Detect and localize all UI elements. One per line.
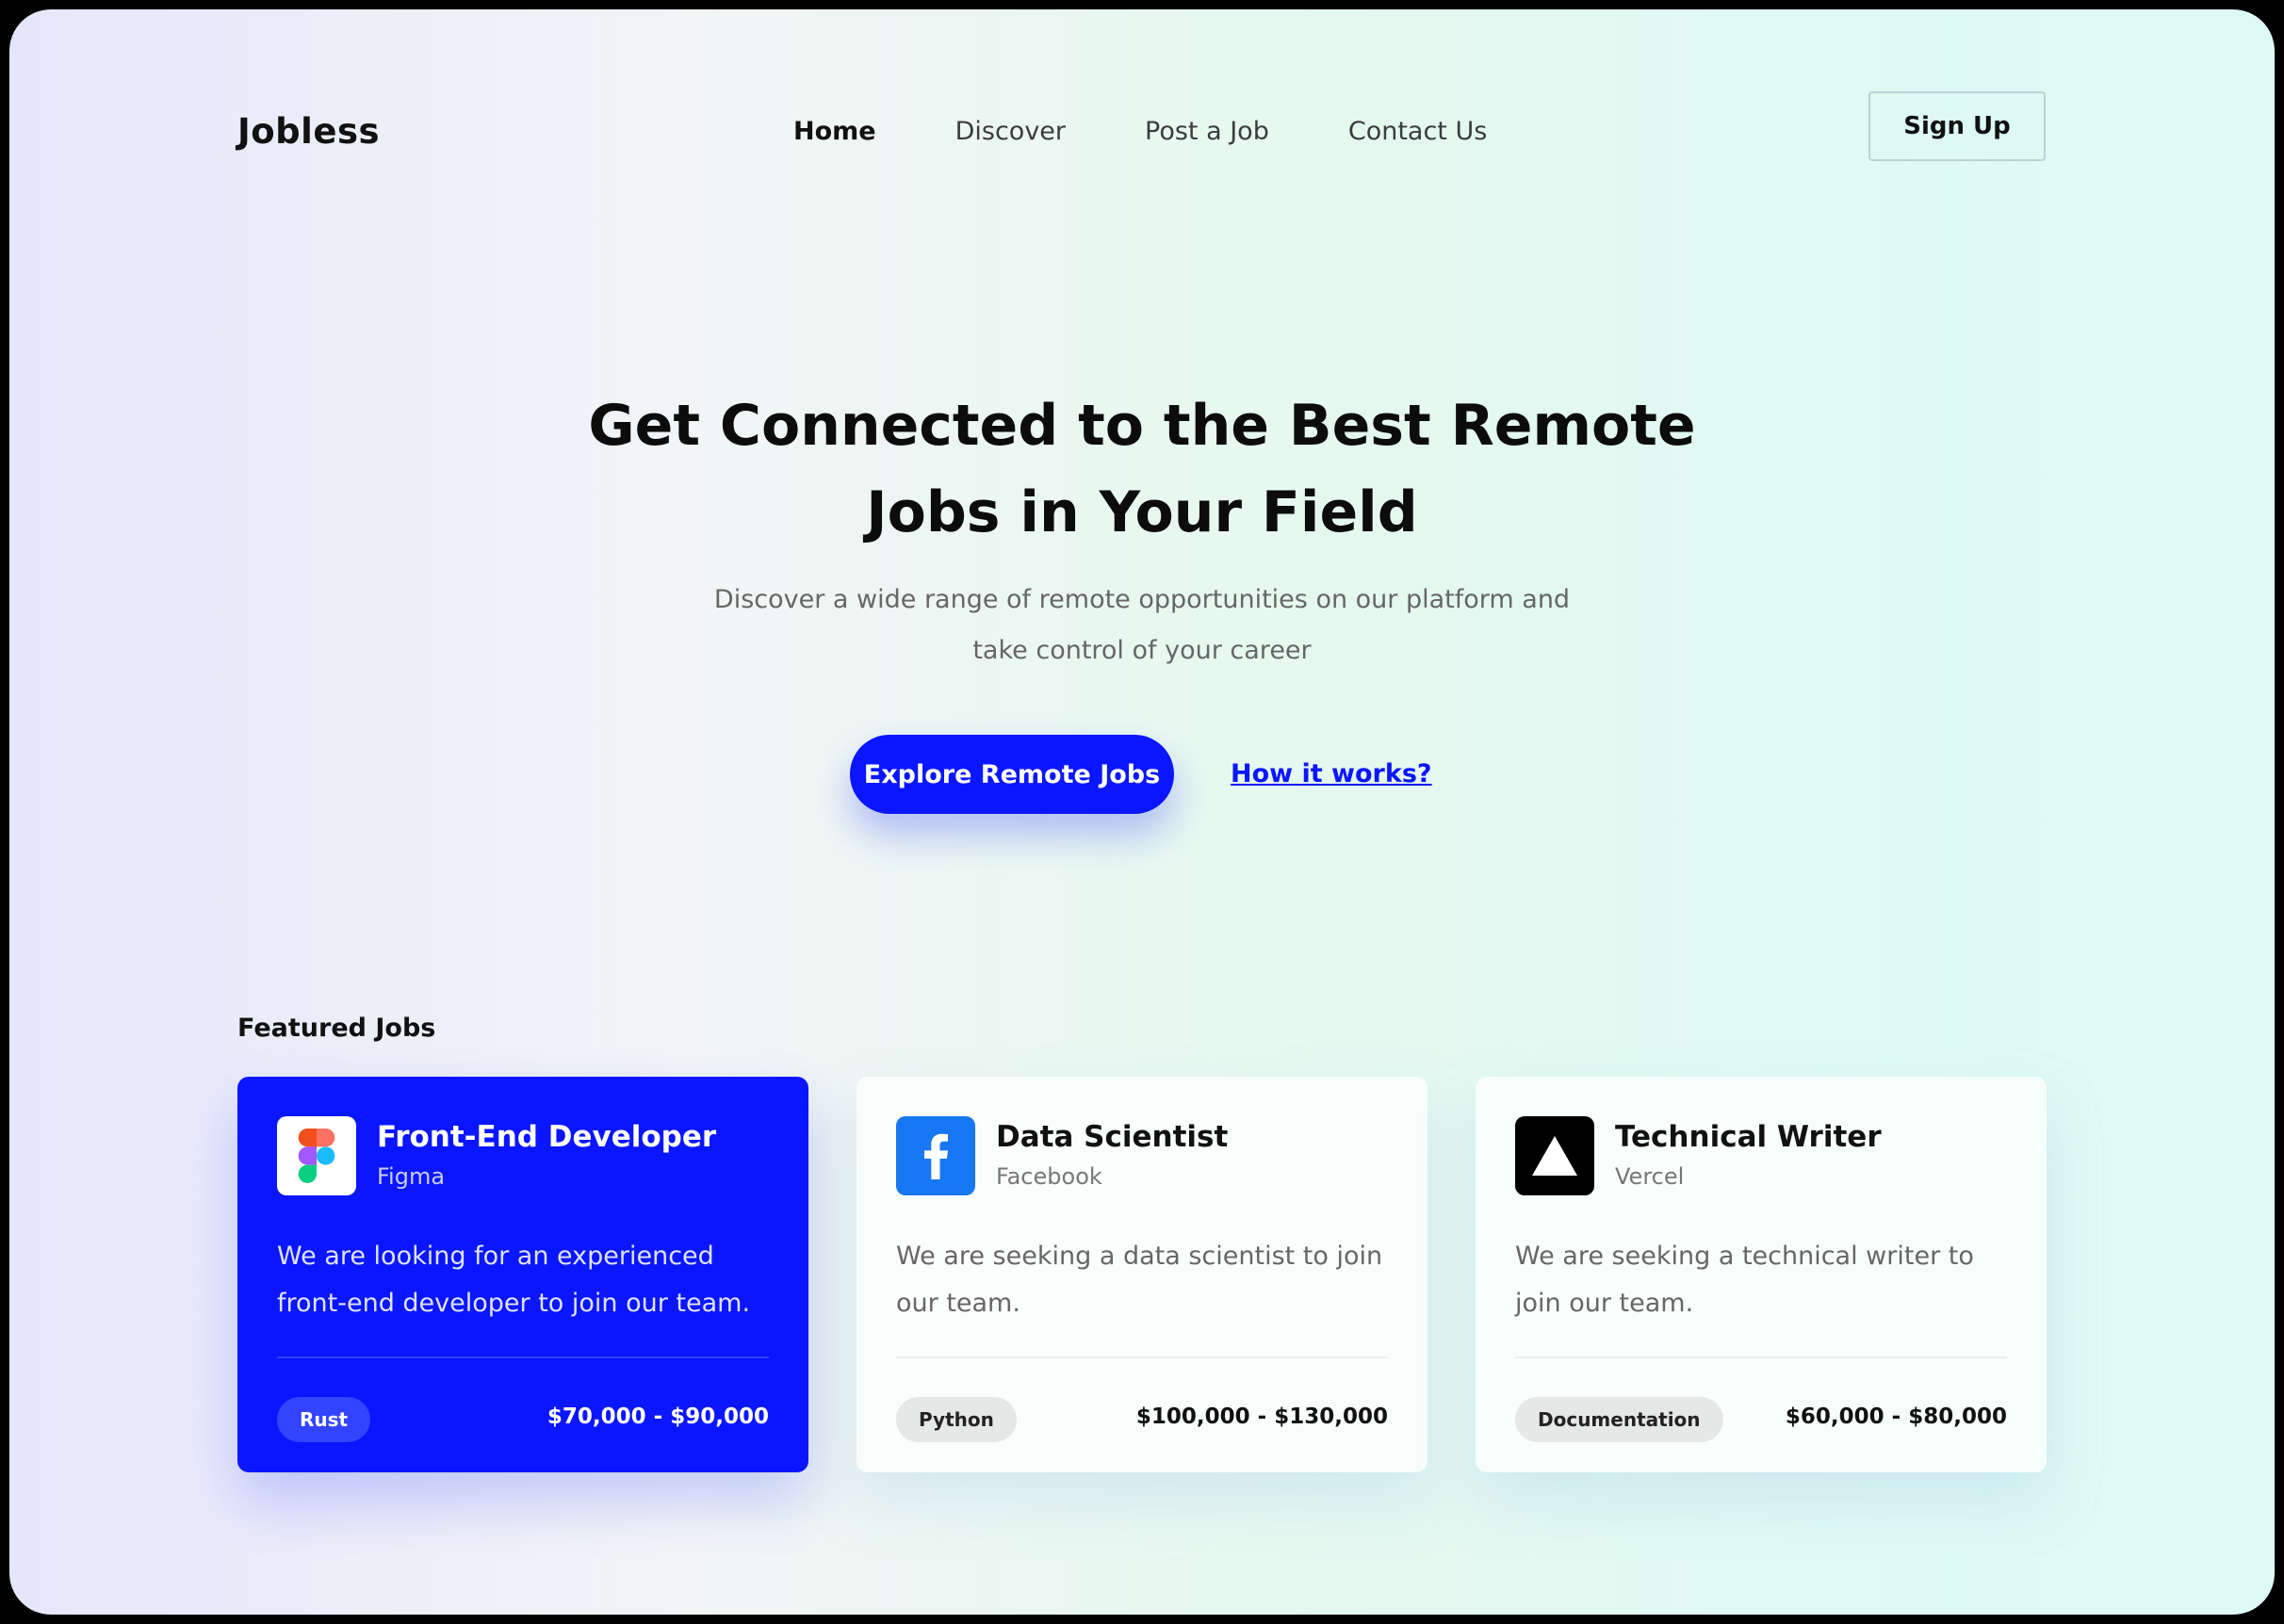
job-tag: Rust: [277, 1397, 371, 1442]
app-window: Jobless Home Discover Post a Job Contact…: [9, 9, 2275, 1615]
job-title[interactable]: Data Scientist: [996, 1120, 1228, 1154]
site-logo[interactable]: Jobless: [237, 111, 380, 152]
card-divider: [277, 1356, 769, 1358]
job-card-front-end-developer[interactable]: Front-End Developer Figma We are looking…: [237, 1077, 808, 1472]
featured-jobs-heading: Featured Jobs: [237, 1014, 436, 1043]
job-description: We are seeking a technical writer to joi…: [1515, 1242, 1974, 1318]
card-divider: [1515, 1356, 2007, 1358]
job-salary: $100,000 - $130,000: [1135, 1405, 1388, 1429]
job-description: We are looking for an experienced front-…: [277, 1242, 751, 1318]
job-tag: Documentation: [1515, 1397, 1723, 1442]
facebook-logo-icon: [896, 1116, 975, 1195]
job-title[interactable]: Technical Writer: [1615, 1120, 1882, 1154]
job-title[interactable]: Front-End Developer: [377, 1120, 716, 1154]
figma-logo-icon: [277, 1116, 356, 1195]
job-company: Figma: [377, 1163, 446, 1190]
job-tag: Python: [896, 1397, 1017, 1442]
job-description: We are seeking a data scientist to join …: [896, 1242, 1383, 1318]
nav-discover[interactable]: Discover: [955, 117, 1066, 146]
explore-remote-jobs-button[interactable]: Explore Remote Jobs: [850, 735, 1174, 814]
job-card-technical-writer[interactable]: Technical Writer Vercel We are seeking a…: [1476, 1077, 2047, 1472]
nav-home[interactable]: Home: [793, 117, 876, 146]
vercel-logo-icon: [1515, 1116, 1594, 1195]
how-it-works-link[interactable]: How it works?: [1231, 759, 1432, 788]
nav-contact-us[interactable]: Contact Us: [1348, 117, 1487, 146]
job-company: Facebook: [996, 1163, 1102, 1190]
hero-subtitle: Discover a wide range of remote opportun…: [713, 585, 1571, 665]
main-nav: Home Discover Post a Job Contact Us: [793, 117, 1566, 146]
job-salary: $70,000 - $90,000: [547, 1405, 769, 1429]
job-salary: $60,000 - $80,000: [1785, 1405, 2007, 1429]
card-divider: [896, 1356, 1388, 1358]
job-card-data-scientist[interactable]: Data Scientist Facebook We are seeking a…: [856, 1077, 1428, 1472]
sign-up-button[interactable]: Sign Up: [1868, 91, 2046, 161]
job-company: Vercel: [1615, 1163, 1685, 1190]
nav-post-a-job[interactable]: Post a Job: [1145, 117, 1269, 146]
hero-title: Get Connected to the Best Remote Jobs in…: [588, 393, 1696, 545]
